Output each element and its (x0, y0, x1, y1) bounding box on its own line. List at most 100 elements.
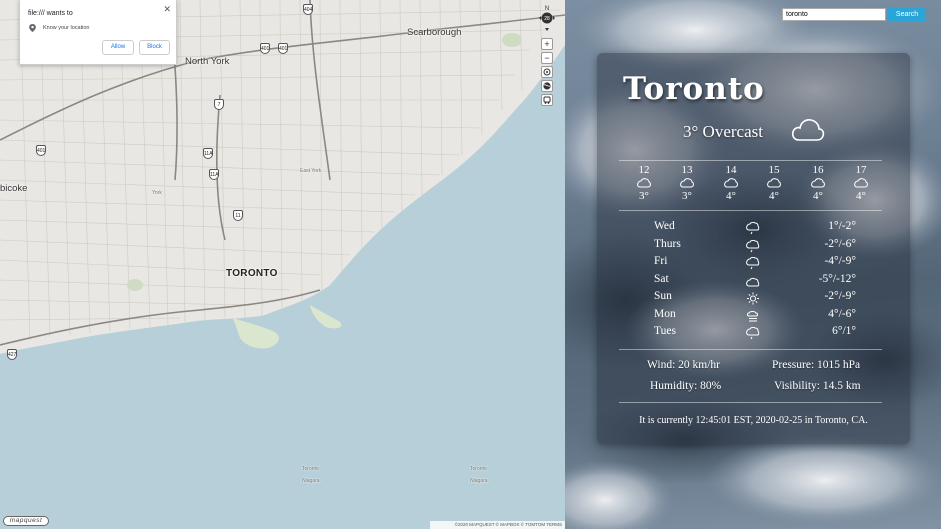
daily-row: Thurs -2°/-6° (597, 238, 910, 255)
compass-value: 28 (544, 16, 550, 22)
highway-shield: 401 (260, 43, 270, 54)
hour-label: 12 (638, 164, 650, 176)
map-view[interactable]: TORONTO North York Scarborough bicoke Yo… (0, 0, 565, 529)
locate-icon[interactable] (541, 66, 553, 78)
wind-stat: Wind: 20 km/hr (647, 359, 721, 371)
divider (619, 160, 882, 161)
hour-label: 16 (812, 164, 824, 176)
hour-label: 14 (725, 164, 737, 176)
day-range: 4°/-6° (828, 308, 856, 320)
day-name: Thurs (654, 238, 681, 250)
park (502, 33, 522, 47)
label-york: York (152, 190, 162, 196)
hourly-item: 17 4° (848, 164, 874, 202)
label-toronto: TORONTO (226, 268, 278, 279)
cloud-icon (746, 277, 760, 287)
divider (619, 402, 882, 403)
day-name: Mon (654, 308, 676, 320)
permission-request-text: Know your location (43, 25, 90, 31)
daily-row: Tues 6°/1° (597, 325, 910, 342)
location-pin-icon (29, 24, 36, 32)
hourly-item: 15 4° (761, 164, 787, 202)
highway-shield: 401 (278, 43, 288, 54)
divider (619, 349, 882, 350)
block-button[interactable]: Block (139, 40, 170, 55)
compass-north: N (545, 6, 549, 12)
day-range: -5°/-12° (818, 273, 856, 285)
label-etobicoke: bicoke (0, 183, 28, 194)
hourly-item: 12 3° (631, 164, 657, 202)
humidity-stat: Humidity: 80% (650, 380, 722, 392)
day-range: -4°/-9° (824, 255, 856, 267)
daily-row: Sat -5°/-12° (597, 273, 910, 290)
label-north-york: North York (185, 56, 230, 67)
hour-temp: 3° (639, 190, 649, 202)
hour-label: 17 (855, 164, 867, 176)
zoom-in-icon[interactable]: + (541, 38, 553, 50)
divider (619, 210, 882, 211)
traffic-icon[interactable] (541, 94, 553, 106)
daily-row: Fri -4°/-9° (597, 255, 910, 272)
hourly-item: 16 4° (805, 164, 831, 202)
day-range: -2°/-9° (824, 290, 856, 302)
cloud-icon (791, 119, 825, 141)
visibility-stat: Visibility: 14.5 km (774, 380, 861, 392)
hourly-item: 14 4° (718, 164, 744, 202)
lake-ontario (0, 45, 565, 529)
search-button[interactable]: Search (888, 8, 926, 21)
fog-icon (747, 311, 758, 322)
city-search-input[interactable] (782, 8, 886, 21)
hour-label: 15 (768, 164, 780, 176)
highway-shield: 11A (209, 169, 219, 180)
park (127, 279, 143, 291)
mapquest-logo[interactable]: mapquest (3, 516, 49, 526)
current-time-text: It is currently 12:45:01 EST, 2020-02-25… (639, 415, 868, 426)
location-permission-popup: file:/// wants to ✕ Know your location A… (19, 0, 177, 65)
hour-label: 13 (681, 164, 693, 176)
label-water-toronto-2: Toronto (470, 466, 487, 472)
zoom-out-icon[interactable]: − (541, 52, 553, 64)
highway-shield: 404 (303, 4, 313, 15)
globe-icon[interactable] (541, 80, 553, 92)
day-name: Tues (654, 325, 676, 337)
label-water-niagara-2: Niagara (470, 478, 488, 484)
allow-button[interactable]: Allow (102, 40, 134, 55)
sun-icon (747, 292, 759, 305)
daily-row: Wed 1°/-2° (597, 220, 910, 237)
day-name: Sun (654, 290, 672, 302)
highway-shield: 7 (214, 99, 224, 110)
day-range: 1°/-2° (828, 220, 856, 232)
day-name: Sat (654, 273, 669, 285)
close-icon[interactable]: ✕ (163, 4, 171, 15)
day-range: 6°/1° (832, 325, 856, 337)
label-east-york: East York (300, 168, 322, 174)
hour-temp: 4° (726, 190, 736, 202)
daily-row: Sun -2°/-9° (597, 290, 910, 307)
current-conditions: 3° Overcast (683, 122, 763, 141)
map-canvas[interactable] (0, 0, 565, 529)
day-name: Fri (654, 255, 668, 267)
hour-temp: 3° (682, 190, 692, 202)
map-attribution[interactable]: ©2020 MAPQUEST © MAPBOX © TOMTOM TERMS (430, 521, 565, 529)
compass-icon[interactable]: N 28 (538, 4, 556, 32)
highway-shield: 427 (7, 349, 17, 360)
hour-temp: 4° (856, 190, 866, 202)
cloud-icon (637, 178, 651, 188)
rain-cloud-icon (746, 240, 760, 253)
daily-row: Mon 4°/-6° (597, 308, 910, 325)
highway-shield: 11A (203, 148, 213, 159)
cloud-icon (767, 178, 781, 188)
cloud-icon (680, 178, 694, 188)
highway-shield: 11 (233, 210, 243, 221)
city-name: Toronto (623, 71, 765, 107)
rain-cloud-icon (746, 327, 760, 340)
hourly-item: 13 3° (674, 164, 700, 202)
hour-temp: 4° (813, 190, 823, 202)
pressure-stat: Pressure: 1015 hPa (772, 359, 861, 371)
day-name: Wed (654, 220, 675, 232)
cloud-icon (811, 178, 825, 188)
highway-shield: 401 (36, 145, 46, 156)
rain-cloud-icon (746, 222, 760, 235)
label-water-niagara-1: Niagara (302, 478, 320, 484)
cloud-icon (854, 178, 868, 188)
